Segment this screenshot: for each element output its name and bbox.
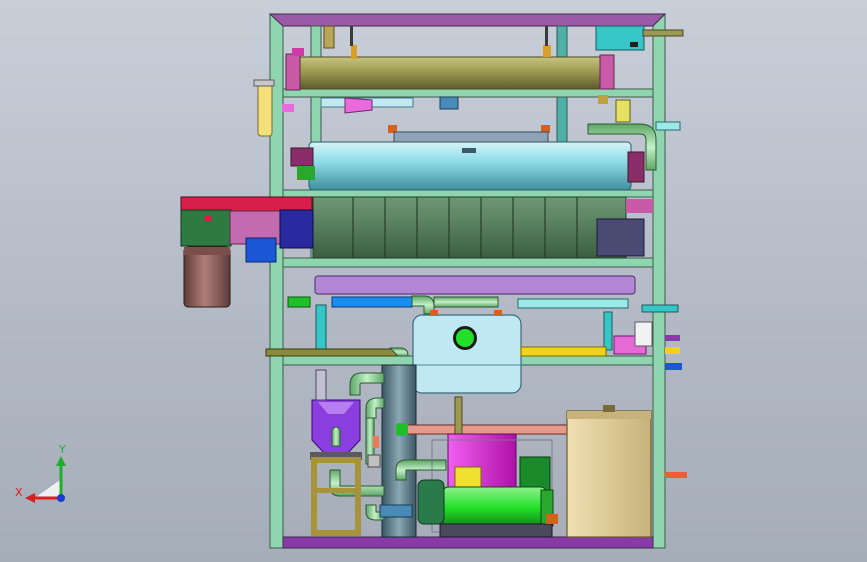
- frame-base-rail[interactable]: [282, 536, 654, 549]
- cyan-outlet-right[interactable]: [655, 121, 681, 131]
- compressor-base[interactable]: [439, 523, 553, 538]
- cyan-horizontal-line[interactable]: [517, 298, 629, 309]
- frame-shelf-3[interactable]: [282, 257, 654, 268]
- yellow-supply-pipe[interactable]: [520, 346, 607, 357]
- axis-y-label: Y: [59, 443, 66, 456]
- fan-motor-assembly[interactable]: [180, 196, 314, 308]
- dark-control-panel[interactable]: [596, 218, 645, 257]
- pump-inlet-elbow[interactable]: [331, 426, 341, 447]
- valve-blue-fitting[interactable]: [439, 96, 459, 110]
- yellow-strainer[interactable]: [257, 83, 273, 137]
- yellow-stub-right[interactable]: [665, 347, 680, 354]
- valve-right-fitting[interactable]: [598, 95, 608, 104]
- cad-viewport[interactable]: X Y: [0, 0, 867, 562]
- evaporator-end-green[interactable]: [297, 166, 315, 180]
- inlet-pipe-top[interactable]: [323, 25, 335, 49]
- drive-motor[interactable]: [183, 246, 231, 308]
- condenser-flange-left[interactable]: [292, 48, 304, 56]
- frame-right-post[interactable]: [652, 13, 666, 549]
- compressor-pump-head[interactable]: [417, 479, 445, 525]
- fan-housing-body[interactable]: [180, 209, 232, 247]
- red-valve-stub[interactable]: [373, 436, 379, 448]
- yellow-valve-top[interactable]: [615, 99, 631, 123]
- evaporator-end-right[interactable]: [627, 151, 645, 183]
- green-horizontal-line[interactable]: [433, 296, 499, 308]
- condenser-rod-left[interactable]: [350, 26, 353, 46]
- frame-shelf-1[interactable]: [282, 88, 654, 98]
- evaporator-drum[interactable]: [290, 99, 681, 191]
- cyan-stub-right[interactable]: [641, 304, 679, 313]
- axis-x-label: X: [15, 486, 23, 499]
- pump-top-fitting[interactable]: [315, 369, 327, 401]
- evaporator-end-left[interactable]: [290, 147, 314, 167]
- green-loop-upper[interactable]: [349, 372, 385, 396]
- green-loop-mid[interactable]: [365, 397, 385, 419]
- olive-supply-pipe[interactable]: [265, 348, 399, 357]
- fan-blue-motor[interactable]: [245, 237, 277, 263]
- compressor-block[interactable]: [417, 433, 558, 538]
- pink-diffuser[interactable]: [344, 97, 373, 114]
- outlet-pipe-right-top[interactable]: [642, 29, 684, 37]
- fan-coupling[interactable]: [279, 209, 314, 249]
- cyan-downpipe-right[interactable]: [603, 311, 613, 351]
- purple-manifold[interactable]: [314, 275, 636, 295]
- purple-stub[interactable]: [665, 335, 680, 341]
- cabinet-latch[interactable]: [603, 405, 615, 412]
- condenser-flange-right[interactable]: [543, 45, 551, 57]
- cyan-downpipe-left[interactable]: [315, 304, 327, 353]
- compressor-flange-orange[interactable]: [546, 514, 558, 524]
- condenser-shell[interactable]: [285, 25, 684, 91]
- axis-y-arrow: [56, 456, 66, 466]
- blue-stub-right[interactable]: [665, 363, 682, 370]
- orange-stub-right[interactable]: [665, 472, 687, 478]
- pink-tee-fitting[interactable]: [282, 104, 294, 112]
- red-fan-housing-top[interactable]: [180, 196, 313, 212]
- axis-triad: [25, 456, 66, 503]
- yellow-accumulator[interactable]: [454, 466, 482, 490]
- white-junction-box[interactable]: [634, 321, 653, 347]
- compressor-cylinder[interactable]: [442, 486, 547, 530]
- condenser-end-cap-left[interactable]: [285, 53, 301, 91]
- electrical-cabinet[interactable]: [566, 405, 652, 538]
- evaporator-nameplate: [462, 148, 476, 153]
- valve-assembly-lower[interactable]: [379, 504, 413, 518]
- tank-fitting-left[interactable]: [430, 310, 438, 316]
- axis-z-dot: [57, 494, 65, 502]
- pink-side-bracket[interactable]: [626, 199, 653, 213]
- frame-top-rail[interactable]: [268, 13, 667, 27]
- assembly-drawing[interactable]: [0, 0, 867, 562]
- condenser-end-cap-right[interactable]: [599, 54, 615, 90]
- condenser-rod-right[interactable]: [545, 26, 548, 46]
- green-loop-comp[interactable]: [395, 459, 447, 481]
- blue-liquid-line[interactable]: [331, 296, 413, 308]
- salmon-crossover-pipe[interactable]: [399, 424, 596, 435]
- frame-shelf-2[interactable]: [282, 189, 654, 198]
- axis-x-arrow: [25, 493, 35, 503]
- gray-valve-stub[interactable]: [367, 454, 381, 468]
- fin-heat-exchanger[interactable]: [312, 196, 653, 259]
- green-crossover-cap-left[interactable]: [396, 423, 408, 436]
- green-left-valve[interactable]: [287, 296, 311, 308]
- condenser-valve-left[interactable]: [351, 45, 357, 59]
- tank-fitting-right[interactable]: [494, 310, 502, 316]
